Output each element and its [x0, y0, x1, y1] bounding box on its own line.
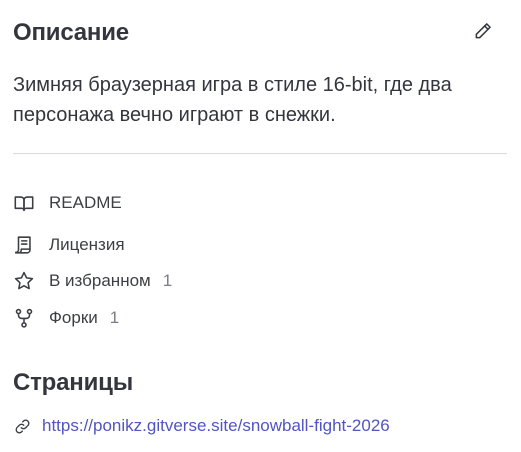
license-label: Лицензия [49, 235, 125, 254]
description-header: Описание [13, 18, 507, 48]
star-icon [13, 269, 37, 293]
repo-description: Зимняя браузерная игра в стиле 16-bit, г… [13, 74, 452, 126]
pencil-icon [473, 21, 493, 46]
readme-link[interactable]: README [13, 191, 122, 215]
divider [13, 153, 507, 154]
stars-link[interactable]: В избранном 1 [13, 269, 172, 293]
description-title: Описание [13, 19, 129, 46]
stars-count: 1 [162, 271, 173, 290]
forks-label: Форки [49, 308, 98, 327]
license-link[interactable]: Лицензия [13, 233, 125, 257]
book-icon [13, 191, 37, 215]
edit-description-button[interactable] [471, 21, 495, 45]
readme-label: README [49, 193, 122, 212]
pages-link-row: https://ponikz.gitverse.site/snowball-fi… [13, 414, 390, 438]
pages-title: Страницы [13, 369, 133, 396]
about-panel: Описание Зимняя браузерная игра в стиле … [13, 0, 507, 452]
scroll-icon [13, 233, 37, 257]
forks-count: 1 [109, 308, 120, 327]
forks-link[interactable]: Форки 1 [13, 306, 119, 330]
stars-label: В избранном [49, 271, 151, 290]
link-icon [14, 418, 30, 434]
pages-url-link[interactable]: https://ponikz.gitverse.site/snowball-fi… [42, 414, 390, 438]
fork-icon [13, 306, 37, 330]
